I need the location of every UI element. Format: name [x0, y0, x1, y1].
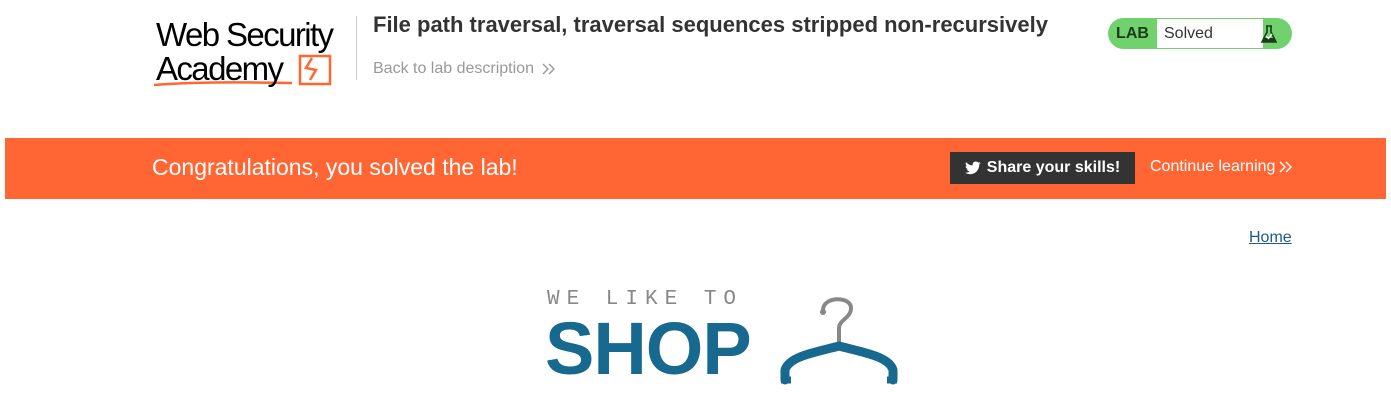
back-link-label: Back to lab description [373, 60, 534, 77]
home-link[interactable]: Home [1249, 229, 1292, 247]
logo-line1: Web Security [156, 16, 334, 53]
academy-logo[interactable]: Web Security Academy [152, 16, 356, 90]
logo-divider [356, 16, 357, 80]
shop-word: SHOP [545, 307, 752, 390]
lab-title: File path traversal, traversal sequences… [373, 12, 1048, 37]
banner-message: Congratulations, you solved the lab! [152, 154, 518, 180]
continue-learning-label: Continue learning [1150, 158, 1276, 175]
twitter-icon [964, 161, 981, 175]
continue-learning-link[interactable]: Continue learning [1150, 158, 1293, 176]
solved-banner: Congratulations, you solved the lab! Sha… [5, 138, 1386, 199]
lab-status-tag: LAB [1116, 24, 1149, 42]
share-skills-label: Share your skills! [986, 159, 1121, 176]
lab-header: Web Security Academy File path traversal… [0, 0, 1391, 138]
chevron-right-double-icon [542, 63, 555, 75]
lab-status-text: Solved [1157, 19, 1263, 48]
chevron-right-double-icon [1279, 161, 1293, 173]
shop-logo: WE LIKE TO SHOP [545, 288, 900, 388]
logo-line2: Academy [156, 50, 284, 87]
back-to-lab-link[interactable]: Back to lab description [373, 60, 556, 78]
flask-icon [1260, 25, 1278, 43]
hanger-icon [780, 297, 898, 385]
share-skills-button[interactable]: Share your skills! [950, 152, 1135, 184]
